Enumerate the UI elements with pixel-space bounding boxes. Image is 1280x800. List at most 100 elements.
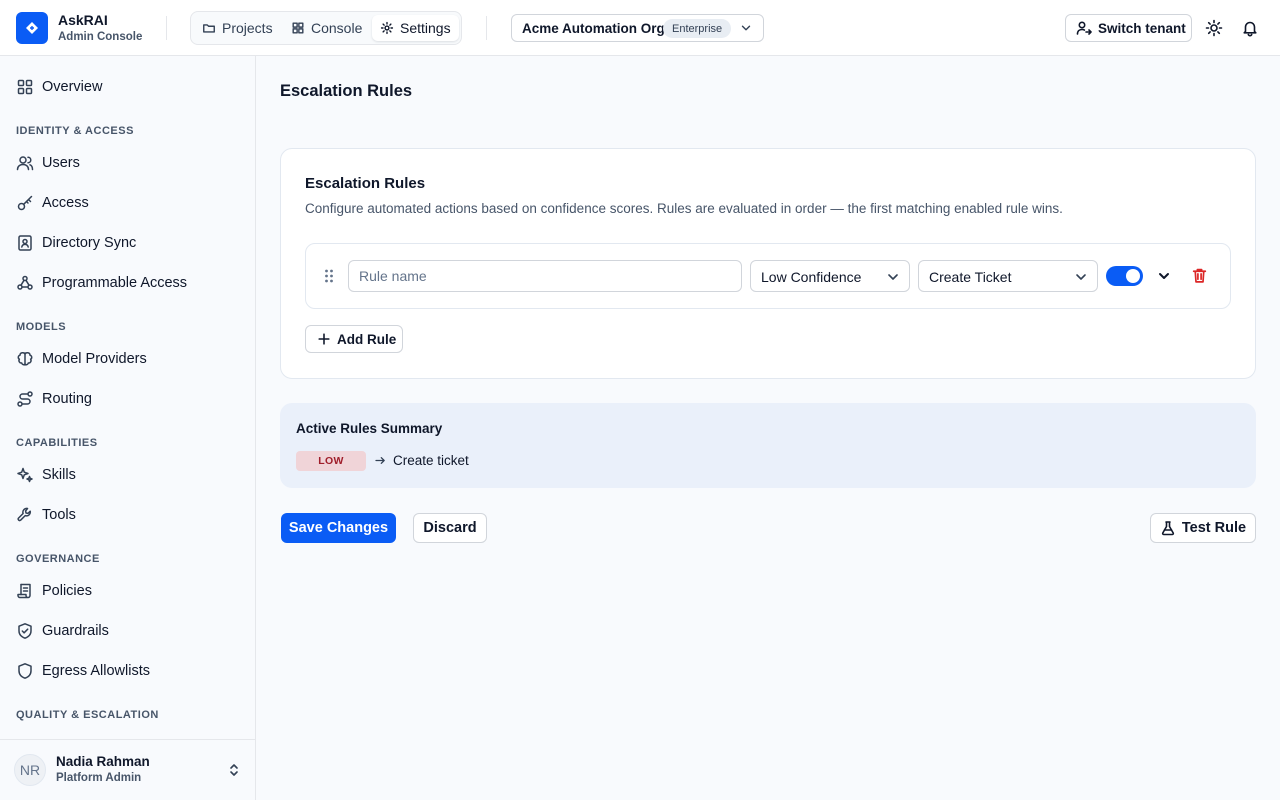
dashboard-icon	[17, 79, 33, 95]
org-selector[interactable]: Acme Automation Org Enterprise	[511, 14, 764, 42]
escalation-rules-card: Escalation Rules Configure automated act…	[280, 148, 1256, 379]
header-divider	[486, 16, 487, 40]
plan-badge: Enterprise	[663, 19, 732, 38]
confidence-badge: LOW	[296, 451, 366, 471]
scroll-icon	[17, 583, 31, 599]
sidebar-item-label: Programmable Access	[42, 275, 188, 291]
sidebar-item-access[interactable]: Access	[16, 191, 89, 215]
chevron-down-icon	[1076, 274, 1086, 280]
primary-nav: Projects Console Settings	[190, 11, 462, 45]
key-icon	[17, 195, 33, 211]
sidebar-item-model-providers[interactable]: Model Providers	[16, 347, 147, 371]
sidebar-item-label: Skills	[42, 467, 76, 483]
webhook-icon	[17, 275, 33, 290]
sidebar-section-capabilities: CAPABILITIES	[16, 437, 98, 449]
user-switch-icon	[1076, 21, 1092, 35]
sidebar-item-egress-allowlists[interactable]: Egress Allowlists	[16, 659, 150, 683]
app-logo[interactable]	[16, 12, 48, 44]
active-rules-summary: Active Rules Summary LOW Create ticket	[280, 403, 1256, 488]
test-rule-button[interactable]: Test Rule	[1150, 513, 1256, 543]
user-role: Platform Admin	[56, 772, 142, 784]
users-icon	[16, 156, 34, 171]
drag-handle-icon[interactable]	[324, 268, 334, 284]
sidebar: Overview IDENTITY & ACCESS Users Access …	[0, 56, 256, 800]
page-title: Escalation Rules	[280, 82, 413, 100]
sidebar-item-overview[interactable]: Overview	[16, 75, 102, 99]
sparkles-icon	[17, 467, 33, 483]
sidebar-item-skills[interactable]: Skills	[16, 463, 76, 487]
header-divider	[166, 16, 167, 40]
grid-icon	[292, 22, 304, 34]
tab-console[interactable]: Console	[283, 15, 370, 41]
rule-name-input[interactable]	[348, 260, 742, 292]
logo-icon	[26, 22, 38, 34]
theme-toggle[interactable]	[1205, 19, 1223, 37]
top-header: AskRAI Admin Console Projects Console Se…	[0, 0, 1280, 56]
sun-icon	[1205, 19, 1223, 37]
chevron-down-icon[interactable]	[1156, 268, 1172, 284]
add-rule-label: Add Rule	[337, 331, 397, 347]
save-changes-button[interactable]: Save Changes	[281, 513, 396, 543]
brand-subtitle: Admin Console	[58, 31, 143, 43]
arrow-right-icon	[375, 457, 385, 464]
trash-icon[interactable]	[1191, 267, 1208, 284]
sidebar-item-label: Users	[42, 155, 80, 171]
card-title: Escalation Rules	[305, 175, 426, 192]
sidebar-item-label: Egress Allowlists	[42, 663, 150, 679]
brand-name: AskRAI	[58, 12, 108, 28]
sidebar-item-label: Policies	[42, 583, 92, 599]
sidebar-item-label: Routing	[42, 391, 92, 407]
add-rule-button[interactable]: Add Rule	[305, 325, 403, 353]
folder-icon	[203, 24, 215, 33]
contact-card-icon	[18, 235, 32, 251]
sidebar-item-label: Guardrails	[42, 623, 109, 639]
sidebar-item-policies[interactable]: Policies	[16, 579, 92, 603]
switch-tenant-button[interactable]: Switch tenant	[1065, 14, 1192, 42]
user-name: Nadia Rahman	[56, 754, 150, 769]
gear-icon	[380, 21, 394, 35]
route-icon	[17, 391, 33, 407]
plus-icon	[318, 333, 330, 345]
sidebar-item-directory-sync[interactable]: Directory Sync	[16, 231, 136, 255]
switch-tenant-label: Switch tenant	[1098, 20, 1186, 36]
action-select[interactable]: Create Ticket	[918, 260, 1098, 292]
sidebar-item-programmable-access[interactable]: Programmable Access	[16, 271, 187, 295]
summary-title: Active Rules Summary	[296, 421, 443, 436]
shield-icon	[18, 663, 32, 679]
action-select-value: Create Ticket	[929, 269, 1012, 285]
rule-enabled-toggle[interactable]	[1106, 266, 1143, 286]
tab-settings[interactable]: Settings	[372, 15, 459, 41]
rule-row: Low Confidence Create Ticket	[305, 243, 1231, 309]
sidebar-item-guardrails[interactable]: Guardrails	[16, 619, 109, 643]
sidebar-section-identity: IDENTITY & ACCESS	[16, 125, 134, 137]
condition-select[interactable]: Low Confidence	[750, 260, 910, 292]
sidebar-section-governance: GOVERNANCE	[16, 553, 100, 565]
chevron-down-icon	[888, 274, 898, 280]
tab-projects[interactable]: Projects	[194, 15, 281, 41]
chevron-down-icon	[741, 25, 751, 31]
notifications-button[interactable]	[1241, 19, 1259, 37]
sidebar-item-users[interactable]: Users	[16, 151, 80, 175]
discard-button[interactable]: Discard	[413, 513, 487, 543]
shield-check-icon	[18, 623, 32, 639]
sidebar-item-label: Tools	[42, 507, 76, 523]
summary-action: Create ticket	[393, 453, 469, 468]
tab-projects-label: Projects	[222, 20, 273, 36]
sidebar-item-routing[interactable]: Routing	[16, 387, 92, 411]
toggle-knob	[1126, 269, 1140, 283]
chevrons-up-down-icon	[230, 764, 238, 776]
tab-console-label: Console	[311, 20, 363, 36]
tab-settings-label: Settings	[400, 20, 451, 36]
sidebar-item-label: Directory Sync	[42, 235, 137, 251]
card-description: Configure automated actions based on con…	[305, 201, 1063, 216]
sidebar-item-label: Overview	[42, 79, 103, 95]
user-menu[interactable]: NR Nadia Rahman Platform Admin	[0, 739, 255, 800]
brain-icon	[17, 352, 33, 366]
flask-icon	[1161, 521, 1174, 536]
sidebar-item-label: Access	[42, 195, 89, 211]
sidebar-item-tools[interactable]: Tools	[16, 503, 76, 527]
test-rule-label: Test Rule	[1181, 520, 1247, 536]
org-name: Acme Automation Org	[522, 21, 665, 36]
sidebar-section-quality: QUALITY & ESCALATION	[16, 709, 159, 721]
sidebar-item-label: Model Providers	[42, 351, 147, 367]
